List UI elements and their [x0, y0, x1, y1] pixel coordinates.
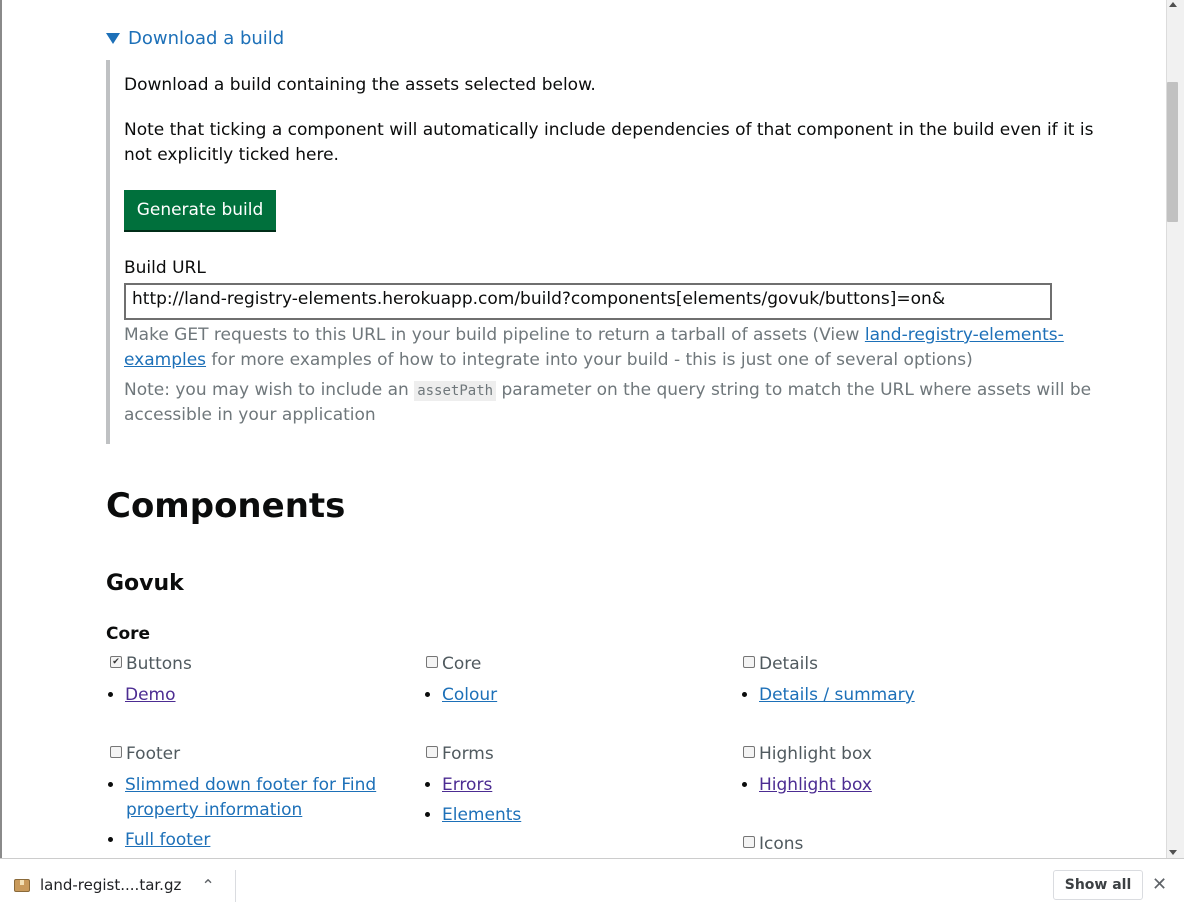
examples-link-part-2[interactable]: examples — [124, 350, 206, 370]
bullet-icon — [425, 692, 430, 697]
demo-link[interactable]: Demo — [125, 685, 176, 705]
details-summary-link[interactable]: Details / summary — [759, 685, 915, 705]
generate-build-button[interactable]: Generate build — [124, 190, 276, 230]
checkbox-buttons[interactable]: ✔ Buttons — [110, 654, 192, 674]
asset-path-code: assetPath — [414, 381, 497, 401]
bullet-icon — [742, 782, 747, 787]
checkbox-label: Highlight box — [759, 744, 872, 764]
list-item: Full footer — [108, 828, 210, 853]
build-url-hint-line-1: Make GET requests to this URL in your bu… — [124, 323, 1064, 348]
build-url-hint-line-2: examples for more examples of how to int… — [124, 348, 973, 373]
list-item: Demo — [108, 683, 176, 708]
bullet-icon — [108, 837, 113, 842]
download-file-name: land-regist....tar.gz — [40, 876, 182, 894]
checkbox-label: Forms — [442, 744, 494, 764]
list-item-continued: property information — [126, 798, 302, 823]
details-summary-label: Download a build — [128, 28, 285, 49]
highlight-box-link[interactable]: Highlight box — [759, 775, 872, 795]
scrollbar-thumb[interactable] — [1167, 82, 1178, 222]
note-text: parameter on the query string to match t… — [496, 380, 1092, 400]
page-content: Download a build Download a build contai… — [0, 0, 1166, 858]
checkbox-forms[interactable]: Forms — [426, 744, 494, 764]
group-heading-govuk: Govuk — [106, 571, 184, 596]
examples-link-part-1[interactable]: land-registry-elements- — [865, 325, 1064, 345]
archive-file-icon — [14, 878, 30, 892]
checkbox-icon[interactable] — [743, 656, 755, 668]
details-note-line-2: not explicitly ticked here. — [124, 145, 339, 165]
show-all-button[interactable]: Show all — [1053, 870, 1143, 900]
checkbox-highlight-box[interactable]: Highlight box — [743, 744, 872, 764]
components-heading: Components — [106, 486, 346, 526]
checkbox-label: Details — [759, 654, 818, 674]
triangle-down-icon — [106, 33, 120, 44]
list-item: Details / summary — [742, 683, 915, 708]
download-item-divider — [235, 870, 236, 902]
download-item[interactable]: land-regist....tar.gz ⌃ — [14, 870, 215, 900]
bullet-icon — [425, 812, 430, 817]
checkbox-icon[interactable] — [743, 836, 755, 848]
checkbox-core[interactable]: Core — [426, 654, 481, 674]
details-summary-toggle[interactable]: Download a build — [106, 28, 284, 49]
checkbox-footer[interactable]: Footer — [110, 744, 180, 764]
details-intro: Download a build containing the assets s… — [124, 75, 596, 95]
hint-text: Make GET requests to this URL in your bu… — [124, 325, 865, 345]
slimmed-footer-link[interactable]: Slimmed down footer for Find — [125, 775, 376, 795]
scroll-up-arrow-icon[interactable] — [1169, 2, 1177, 7]
list-item: Elements — [425, 803, 521, 828]
checkbox-icon[interactable] — [110, 746, 122, 758]
details-note-line-1: Note that ticking a component will autom… — [124, 120, 1094, 140]
bullet-icon — [108, 692, 113, 697]
subgroup-heading-core: Core — [106, 624, 151, 644]
bullet-icon — [108, 782, 113, 787]
elements-link[interactable]: Elements — [442, 805, 521, 825]
checkbox-icon[interactable] — [426, 746, 438, 758]
full-footer-link[interactable]: Full footer — [125, 830, 210, 850]
checkbox-icons[interactable]: Icons — [743, 834, 803, 854]
errors-link[interactable]: Errors — [442, 775, 492, 795]
scroll-down-arrow-icon[interactable] — [1169, 850, 1177, 855]
checkbox-label: Core — [442, 654, 482, 674]
list-item: Errors — [425, 773, 492, 798]
colour-link[interactable]: Colour — [442, 685, 497, 705]
slimmed-footer-link-cont[interactable]: property information — [126, 800, 302, 820]
build-url-input[interactable]: http://land-registry-elements.herokuapp.… — [124, 283, 1052, 320]
checkbox-icon[interactable] — [743, 746, 755, 758]
bullet-icon — [742, 692, 747, 697]
list-item: Highlight box — [742, 773, 872, 798]
build-url-label: Build URL — [124, 258, 206, 278]
checkbox-details[interactable]: Details — [743, 654, 818, 674]
asset-path-note-line-2: accessible in your application — [124, 405, 376, 425]
hint-text: for more examples of how to integrate in… — [206, 350, 973, 370]
checkbox-label: Icons — [759, 834, 804, 854]
note-text: Note: you may wish to include an — [124, 380, 415, 400]
asset-path-note-line-1: Note: you may wish to include an assetPa… — [124, 378, 1091, 404]
check-icon[interactable]: ✔ — [110, 656, 122, 668]
bullet-icon — [425, 782, 430, 787]
list-item: Slimmed down footer for Find — [108, 773, 376, 798]
checkbox-icon[interactable] — [426, 656, 438, 668]
close-icon[interactable]: ✕ — [1152, 874, 1167, 895]
checkbox-label: Buttons — [126, 654, 192, 674]
checkbox-label: Footer — [126, 744, 181, 764]
chevron-up-icon[interactable]: ⌃ — [201, 876, 214, 895]
list-item: Colour — [425, 683, 497, 708]
